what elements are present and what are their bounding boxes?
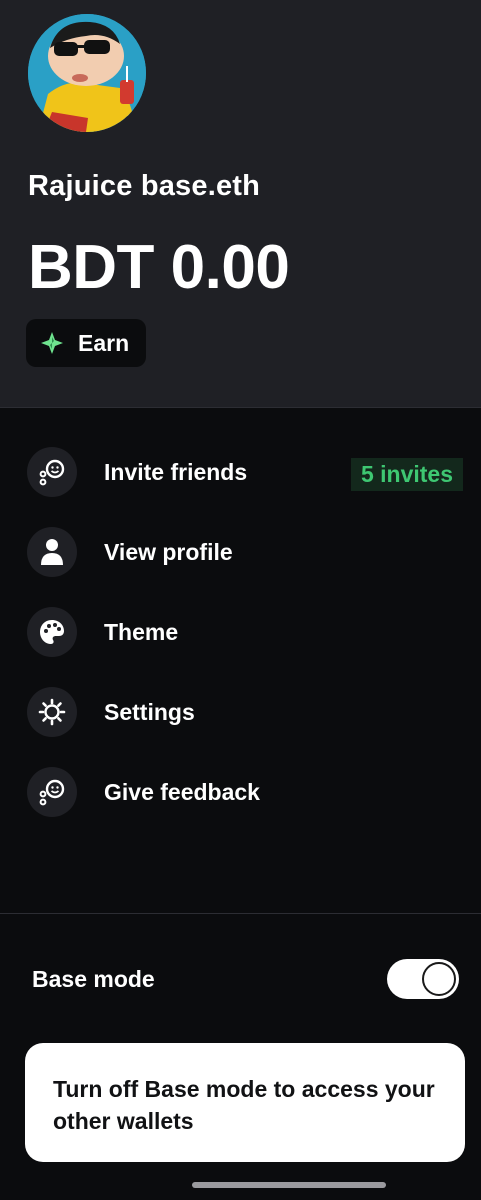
toggle-knob (422, 962, 456, 996)
avatar[interactable] (28, 14, 146, 132)
profile-header: Rajuice base.eth BDT 0.00 Earn (0, 0, 481, 408)
earn-label: Earn (78, 329, 130, 356)
menu-item-give-feedback[interactable]: Give feedback (0, 752, 481, 832)
base-mode-label: Base mode (32, 966, 155, 992)
earn-button[interactable]: Earn (26, 319, 146, 367)
invite-friends-icon (27, 447, 77, 497)
menu-label-give-feedback: Give feedback (104, 779, 260, 805)
earn-sparkle-icon (41, 332, 63, 354)
feedback-icon (27, 767, 77, 817)
menu-item-invite-friends[interactable]: Invite friends 5 invites (0, 432, 481, 512)
section-divider (0, 913, 481, 914)
base-mode-toggle[interactable] (387, 959, 459, 999)
menu-label-invite-friends: Invite friends (104, 459, 248, 485)
menu-item-view-profile[interactable]: View profile (0, 512, 481, 592)
balance-amount: BDT 0.00 (28, 233, 290, 302)
invites-count-badge: 5 invites (351, 458, 463, 491)
home-indicator[interactable] (192, 1182, 386, 1188)
menu-label-settings: Settings (104, 699, 195, 725)
menu-item-settings[interactable]: Settings (0, 672, 481, 752)
base-mode-notice-text: Turn off Base mode to access your other … (53, 1076, 435, 1134)
gear-icon (27, 687, 77, 737)
menu-label-theme: Theme (104, 619, 179, 645)
person-icon (27, 527, 77, 577)
base-mode-notice-card: Turn off Base mode to access your other … (25, 1043, 465, 1162)
menu-label-view-profile: View profile (104, 539, 233, 565)
menu-item-theme[interactable]: Theme (0, 592, 481, 672)
palette-icon (27, 607, 77, 657)
avatar-image (28, 14, 146, 132)
username: Rajuice base.eth (28, 170, 261, 202)
